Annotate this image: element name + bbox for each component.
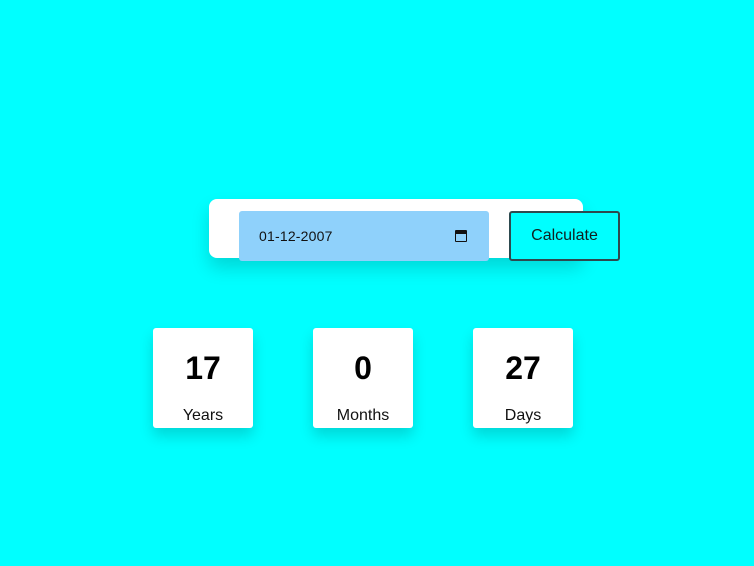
years-result-card: 17 Years bbox=[153, 328, 253, 428]
age-calculator-page: { "colors": { "background": "#00ffff", "… bbox=[0, 0, 754, 566]
years-label: Years bbox=[182, 407, 224, 424]
calendar-icon[interactable] bbox=[455, 230, 467, 242]
months-value: 0 bbox=[354, 350, 372, 386]
years-value: 17 bbox=[185, 350, 221, 386]
birth-date-value[interactable]: 01-12-2007 bbox=[259, 211, 333, 261]
months-label: Months bbox=[336, 407, 390, 424]
birth-date-input[interactable]: 01-12-2007 bbox=[239, 211, 489, 261]
calculate-button[interactable]: Calculate bbox=[509, 211, 620, 261]
days-result-card: 27 Days bbox=[473, 328, 573, 428]
days-value: 27 bbox=[505, 350, 541, 386]
days-label: Days bbox=[504, 407, 542, 424]
months-result-card: 0 Months bbox=[313, 328, 413, 428]
